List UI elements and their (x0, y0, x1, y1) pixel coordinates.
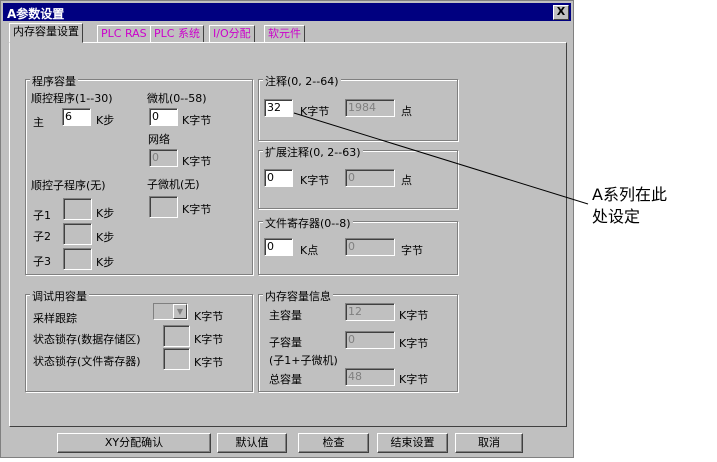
sub2-input (63, 223, 92, 245)
comment-points-unit: 点 (401, 105, 412, 118)
total-capacity-value: 48 (345, 368, 395, 386)
sub3-input (63, 248, 92, 270)
parameter-dialog: A参数设置 X 内存容量设置 PLC RAS PLC 系统 I/O分配 软元件 … (0, 0, 574, 458)
debug-capacity-title: 调试用容量 (30, 288, 89, 304)
ext-comment-title: 扩展注释(0, 2--63) (263, 144, 363, 160)
sub-capacity-label: 子容量 (269, 336, 302, 349)
default-button[interactable]: 默认值 (217, 433, 287, 453)
network-unit: K字节 (182, 155, 212, 168)
latch-data-input (163, 325, 190, 347)
trace-unit: K字节 (194, 310, 224, 323)
main-unit: K步 (96, 114, 115, 127)
network-label: 网络 (148, 133, 170, 146)
latch-data-label: 状态锁存(数据存储区) (33, 333, 141, 346)
trace-select[interactable]: ▼ (153, 303, 188, 320)
sub-micro-unit: K字节 (182, 203, 212, 216)
sub1-input (63, 198, 92, 220)
sub2-label: 子2 (33, 230, 51, 243)
main-label: 主 (33, 116, 44, 129)
comment-title: 注释(0, 2--64) (263, 73, 341, 89)
total-capacity-label: 总容量 (269, 373, 302, 386)
comment-points: 1984 (345, 99, 395, 117)
ext-comment-points-unit: 点 (401, 174, 412, 187)
latch-file-input (163, 348, 190, 370)
micro-unit: K字节 (182, 114, 212, 127)
trace-label: 采样跟踪 (33, 312, 77, 325)
tab-memory-capacity[interactable]: 内存容量设置 (9, 23, 83, 43)
xy-confirm-button[interactable]: XY分配确认 (57, 433, 211, 453)
window-title: A参数设置 (7, 7, 65, 21)
sub3-unit: K步 (96, 256, 115, 269)
comment-input[interactable]: 32 (264, 99, 293, 117)
file-register-title: 文件寄存器(0--8) (263, 215, 353, 231)
memory-info-title: 内存容量信息 (263, 288, 333, 304)
ext-comment-points: 0 (345, 169, 395, 187)
ext-comment-unit: K字节 (300, 174, 330, 187)
sub-capacity-unit: K字节 (399, 337, 429, 350)
sub2-unit: K步 (96, 231, 115, 244)
program-capacity-title: 程序容量 (30, 73, 78, 89)
sub-sequence-label: 顺控子程序(无) (31, 179, 106, 192)
main-capacity-label: 主容量 (269, 309, 302, 322)
ext-comment-input[interactable]: 0 (264, 169, 293, 187)
close-button[interactable]: X (553, 5, 569, 20)
latch-data-unit: K字节 (194, 333, 224, 346)
main-capacity-value: 12 (345, 303, 395, 321)
file-register-input[interactable]: 0 (264, 238, 293, 256)
tab-io-assignment[interactable]: I/O分配 (209, 25, 255, 43)
main-capacity-unit: K字节 (399, 309, 429, 322)
file-register-bytes-unit: 字节 (401, 244, 423, 257)
title-bar: A参数设置 X (3, 3, 571, 21)
total-capacity-unit: K字节 (399, 373, 429, 386)
file-register-unit: K点 (300, 244, 319, 257)
sub1-unit: K步 (96, 207, 115, 220)
tab-plc-system[interactable]: PLC 系统 (150, 25, 204, 43)
sequence-program-label: 顺控程序(1--30) (31, 92, 113, 105)
network-input: 0 (149, 149, 178, 167)
latch-file-unit: K字节 (194, 356, 224, 369)
file-register-bytes: 0 (345, 238, 395, 256)
sub-capacity-value: 0 (345, 331, 395, 349)
micro-label: 微机(0--58) (147, 92, 207, 105)
callout-line1: A系列在此 (592, 185, 667, 204)
latch-file-label: 状态锁存(文件寄存器) (33, 355, 141, 368)
tab-plc-ras[interactable]: PLC RAS (97, 25, 151, 43)
end-setting-button[interactable]: 结束设置 (377, 433, 448, 453)
tab-devices[interactable]: 软元件 (264, 25, 305, 43)
check-button[interactable]: 检查 (298, 433, 369, 453)
chevron-down-icon[interactable]: ▼ (173, 304, 187, 319)
callout-text: A系列在此 处设定 (592, 184, 667, 228)
cancel-button[interactable]: 取消 (455, 433, 523, 453)
callout-line2: 处设定 (592, 207, 641, 226)
sub-micro-label: 子微机(无) (147, 178, 200, 191)
sub-micro-input (149, 196, 178, 218)
sub3-label: 子3 (33, 255, 51, 268)
micro-input[interactable]: 0 (149, 108, 178, 126)
main-steps-input[interactable]: 6 (62, 108, 91, 126)
comment-unit: K字节 (300, 105, 330, 118)
sub-capacity-note: (子1+子微机) (269, 354, 338, 367)
sub1-label: 子1 (33, 209, 51, 222)
